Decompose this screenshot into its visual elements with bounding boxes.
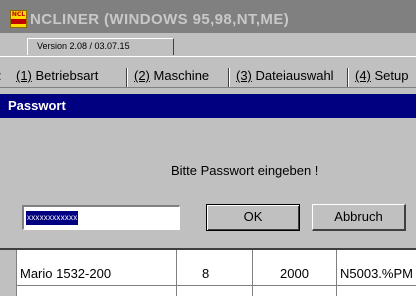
dialog-message: Bitte Passwort eingeben ! — [171, 163, 319, 178]
table-cell[interactable]: Mario 1532-200 — [20, 266, 111, 281]
table-gridline — [336, 250, 337, 296]
tab-divider — [126, 68, 127, 87]
cancel-button[interactable]: Abbruch — [312, 204, 406, 231]
tab-key: (2) — [134, 68, 150, 83]
tab-setup[interactable]: (4) Setup — [355, 64, 409, 88]
ok-button[interactable]: OK — [206, 204, 300, 231]
table-cell[interactable]: 2000 — [280, 266, 309, 281]
tab-maschine[interactable]: (2) Maschine — [134, 64, 209, 88]
tab-strip: : (1) Betriebsart (2) Maschine (3) Datei… — [0, 57, 416, 94]
tab-label: Betriebsart — [35, 68, 99, 83]
table-cell[interactable]: N5003.%PM — [340, 266, 413, 281]
tab-label: Maschine — [153, 68, 210, 83]
dialog-title: Passwort — [8, 98, 66, 113]
password-input[interactable]: xxxxxxxxxxxx — [22, 205, 180, 230]
tab-label: Setup — [374, 68, 409, 83]
app-icon[interactable]: NCL — [10, 10, 27, 28]
table-row-header — [0, 250, 16, 296]
table-gridline — [17, 285, 416, 286]
password-input-value: xxxxxxxxxxxx — [26, 211, 79, 225]
tab-label: Dateiauswahl — [255, 68, 334, 83]
divider — [0, 87, 416, 88]
tab-key: (1) — [16, 68, 32, 83]
app-icon-label: NCL — [11, 11, 26, 18]
tab-key: (4) — [355, 68, 371, 83]
tab-key: (3) — [236, 68, 252, 83]
app-title: NCLINER (WINDOWS 95,98,NT,ME) — [30, 11, 290, 28]
tab-divider — [347, 68, 348, 87]
version-label: Version 2.08 / 03.07.15 — [27, 38, 174, 55]
tab-prev-edge: : — [0, 64, 2, 88]
tab-dateiauswahl[interactable]: (3) Dateiauswahl — [236, 64, 334, 88]
table-gridline — [252, 250, 253, 296]
table-cell[interactable]: 8 — [202, 266, 209, 281]
tab-divider — [228, 68, 229, 87]
tab-betriebsart[interactable]: (1) Betriebsart — [16, 64, 98, 88]
table-gridline — [176, 250, 177, 296]
